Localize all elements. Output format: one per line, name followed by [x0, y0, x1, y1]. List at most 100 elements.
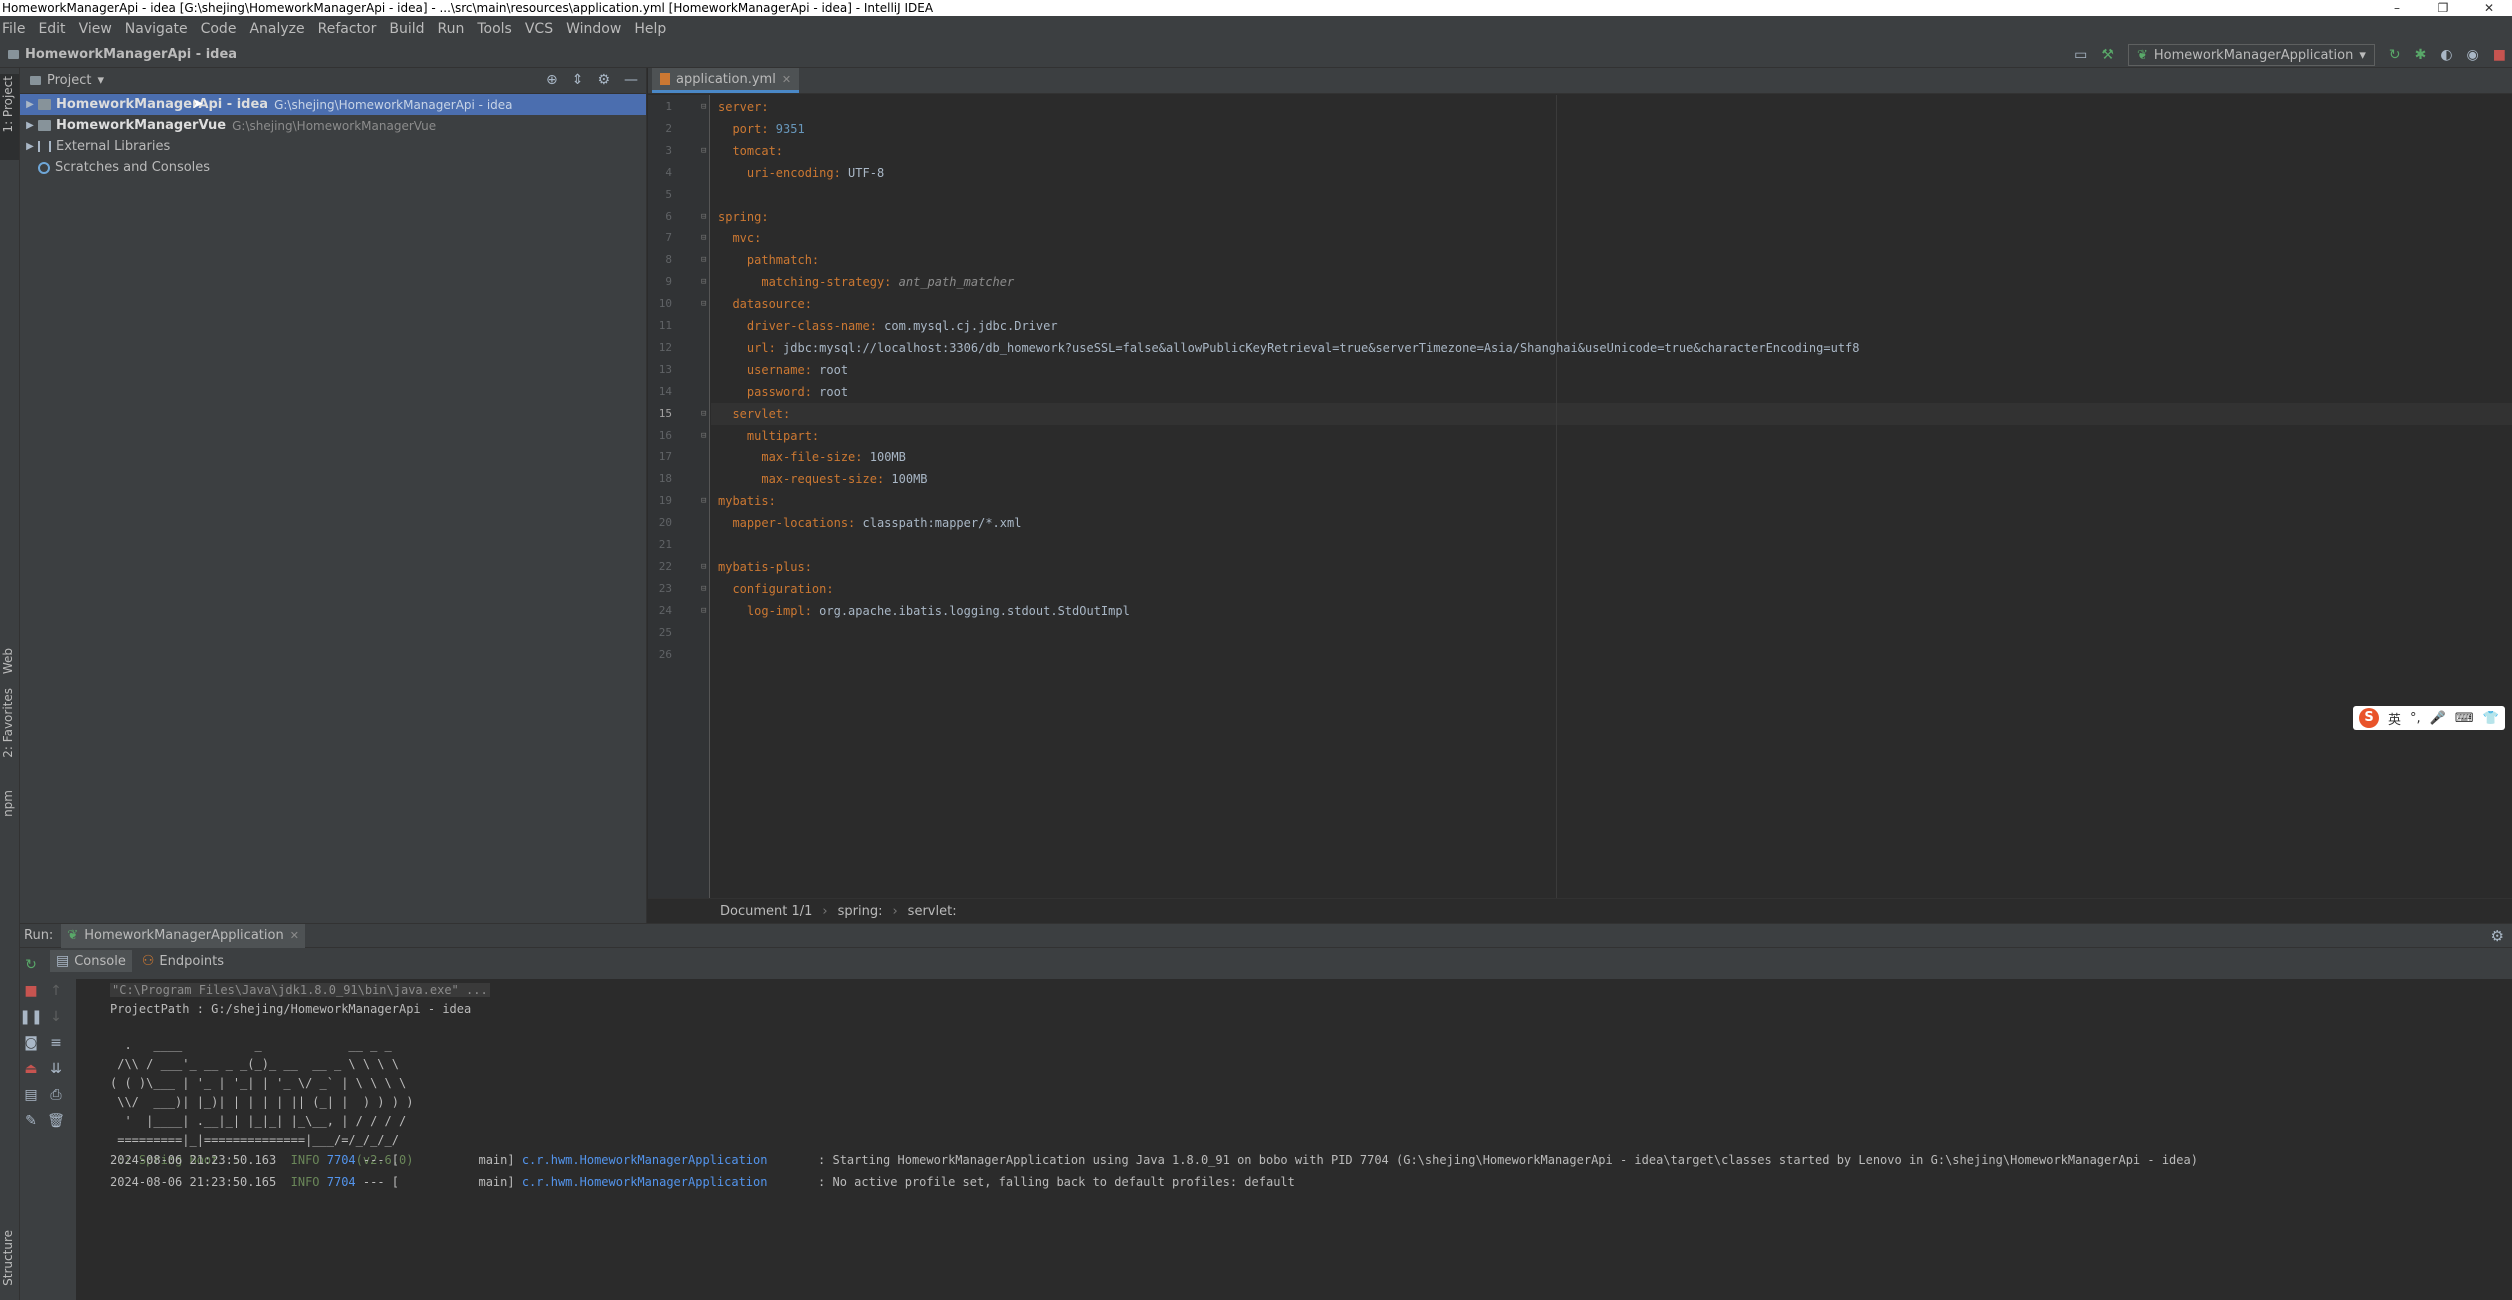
- profile-icon[interactable]: ◉: [2467, 47, 2479, 63]
- run-configuration-select[interactable]: ❦ HomeworkManagerApplication ▾: [2127, 44, 2375, 66]
- fold-marker-icon[interactable]: ⊟: [701, 556, 710, 578]
- soft-wrap-icon[interactable]: ≡: [50, 1035, 62, 1051]
- tab-console[interactable]: ▤ Console: [50, 950, 132, 972]
- close-window-icon[interactable]: ✕: [2466, 0, 2512, 16]
- menu-analyze[interactable]: Analyze: [249, 21, 304, 37]
- line-number: 5: [665, 187, 672, 201]
- project-view-selector[interactable]: Project ▾: [30, 73, 104, 88]
- close-run-tab-icon[interactable]: ✕: [290, 929, 299, 942]
- line-number: 8: [665, 253, 672, 267]
- nav-project-breadcrumb[interactable]: HomeworkManagerApi - idea: [8, 47, 237, 62]
- console-command-line: "C:\Program Files\Java\jdk1.8.0_91\bin\j…: [110, 981, 490, 1000]
- ime-language-toggle[interactable]: 英: [2388, 709, 2401, 728]
- fold-marker-icon[interactable]: ⊟: [701, 293, 710, 315]
- camera-dump-icon[interactable]: ◙: [24, 1035, 38, 1051]
- layout-icon[interactable]: ▤: [24, 1087, 37, 1103]
- tab-endpoints[interactable]: ⚇ Endpoints: [136, 950, 230, 972]
- hide-panel-icon[interactable]: —: [624, 72, 638, 88]
- expand-arrow-icon[interactable]: ▶: [22, 141, 38, 152]
- rerun-icon[interactable]: ↻: [25, 957, 37, 973]
- project-tool-button[interactable]: 1: Project: [1, 76, 15, 133]
- collapse-all-icon[interactable]: ⇕: [572, 72, 584, 88]
- menu-window[interactable]: Window: [566, 21, 621, 37]
- menu-help[interactable]: Help: [634, 21, 666, 37]
- menu-navigate[interactable]: Navigate: [125, 21, 188, 37]
- structure-tool-button[interactable]: Structure: [1, 1230, 15, 1286]
- breadcrumb-document[interactable]: Document 1/1: [720, 904, 812, 919]
- yaml-key: pathmatch:: [746, 253, 820, 268]
- tree-item-label: External Libraries: [56, 139, 171, 154]
- menu-file[interactable]: File: [2, 21, 25, 37]
- yaml-key: mvc:: [732, 231, 762, 246]
- menu-refactor[interactable]: Refactor: [318, 21, 377, 37]
- expand-arrow-icon[interactable]: ▶: [22, 99, 38, 110]
- tree-item-homeworkmanagerapi[interactable]: ▶ HomeworkManagerApi - idea G:\shejing\H…: [20, 94, 646, 115]
- restore-icon[interactable]: ❐: [2420, 0, 2466, 16]
- breadcrumb-servlet[interactable]: servlet:: [908, 904, 957, 919]
- build-hammer-icon[interactable]: ⚒: [2101, 47, 2114, 63]
- down-arrow-icon[interactable]: ↓: [50, 1009, 62, 1025]
- log-time: 2024-08-06 21:23:50.163: [110, 1153, 291, 1167]
- pin-icon[interactable]: ✎: [25, 1113, 37, 1129]
- fold-marker-icon[interactable]: ⊟: [701, 271, 710, 293]
- debug-bug-icon[interactable]: ✱: [2415, 47, 2427, 63]
- coverage-icon[interactable]: ◐: [2440, 47, 2452, 63]
- fold-marker-icon[interactable]: ⊟: [701, 578, 710, 600]
- sogou-logo-icon[interactable]: S: [2359, 708, 2379, 728]
- menu-build[interactable]: Build: [389, 21, 424, 37]
- print-icon[interactable]: ⎙: [50, 1087, 61, 1103]
- fold-marker-icon[interactable]: ⊟: [701, 96, 710, 118]
- fold-marker-icon[interactable]: ⊟: [701, 140, 710, 162]
- chevron-down-icon: ▾: [2359, 47, 2366, 63]
- fold-marker-icon[interactable]: ⊟: [701, 403, 710, 425]
- close-tab-icon[interactable]: ✕: [782, 73, 791, 86]
- menu-code[interactable]: Code: [201, 21, 237, 37]
- stop-icon[interactable]: ■: [24, 983, 37, 999]
- locate-target-icon[interactable]: ⊕: [546, 72, 558, 88]
- run-tab-homeworkmanagerapplication[interactable]: ❦ HomeworkManagerApplication ✕: [61, 923, 305, 948]
- code-editor[interactable]: 1 ⊟ 2 3 ⊟ 4 5 6 ⊟ 7 ⊟ 8 ⊟ 9 ⊟ 10 ⊟ 11 12 13 14 15 ⊟ 16 ⊟ 17 18 19 ⊟ 2…: [648, 95, 2512, 898]
- editor-tab-application-yml[interactable]: application.yml ✕: [652, 68, 800, 93]
- fold-marker-icon[interactable]: ⊟: [701, 600, 710, 622]
- up-arrow-icon[interactable]: ↑: [50, 983, 62, 999]
- gear-icon[interactable]: ⚙: [597, 72, 610, 88]
- console-output[interactable]: "C:\Program Files\Java\jdk1.8.0_91\bin\j…: [76, 979, 2512, 1300]
- minimize-icon[interactable]: –: [2374, 0, 2420, 16]
- menu-tools[interactable]: Tools: [477, 21, 512, 37]
- stop-icon[interactable]: ■: [2493, 47, 2506, 63]
- web-tool-button[interactable]: Web: [1, 648, 15, 674]
- npm-tool-button[interactable]: npm: [1, 790, 15, 817]
- menu-view[interactable]: View: [79, 21, 112, 37]
- ime-punctuation-toggle[interactable]: °,: [2410, 711, 2421, 726]
- rerun-icon[interactable]: ↻: [2389, 47, 2401, 63]
- menu-vcs[interactable]: VCS: [525, 21, 553, 37]
- tree-item-scratches[interactable]: Scratches and Consoles: [20, 157, 646, 178]
- fold-marker-icon[interactable]: ⊟: [701, 206, 710, 228]
- pause-icon[interactable]: ❚❚: [19, 1009, 42, 1025]
- scroll-to-end-icon[interactable]: ⇊: [50, 1061, 62, 1077]
- library-icon: [38, 141, 51, 152]
- layout-icon[interactable]: ▭: [2074, 47, 2087, 63]
- breadcrumb-spring[interactable]: spring:: [838, 904, 883, 919]
- exit-icon[interactable]: ⏏: [24, 1061, 37, 1077]
- tree-item-external-libraries[interactable]: ▶ External Libraries: [20, 136, 646, 157]
- menu-run[interactable]: Run: [438, 21, 465, 37]
- trash-icon[interactable]: 🗑: [47, 1113, 65, 1129]
- fold-marker-icon[interactable]: ⊟: [701, 249, 710, 271]
- tree-item-homeworkmanagervue[interactable]: ▶ HomeworkManagerVue G:\shejing\Homework…: [20, 115, 646, 136]
- fold-marker-icon[interactable]: ⊟: [701, 490, 710, 512]
- skin-icon[interactable]: 👕: [2483, 711, 2499, 726]
- menu-edit[interactable]: Edit: [38, 21, 65, 37]
- yaml-key: port:: [732, 121, 769, 136]
- fold-marker-icon[interactable]: ⊟: [701, 425, 710, 447]
- microphone-icon[interactable]: 🎤: [2430, 711, 2446, 726]
- line-number: 2: [665, 121, 672, 135]
- code-line: mybatis:: [718, 490, 776, 512]
- console-command[interactable]: "C:\Program Files\Java\jdk1.8.0_91\bin\j…: [110, 983, 490, 997]
- keyboard-icon[interactable]: ⌨: [2455, 711, 2474, 726]
- fold-marker-icon[interactable]: ⊟: [701, 227, 710, 249]
- expand-arrow-icon[interactable]: ▶: [22, 120, 38, 131]
- gear-icon[interactable]: ⚙: [2491, 927, 2504, 945]
- favorites-tool-button[interactable]: 2: Favorites: [1, 688, 15, 758]
